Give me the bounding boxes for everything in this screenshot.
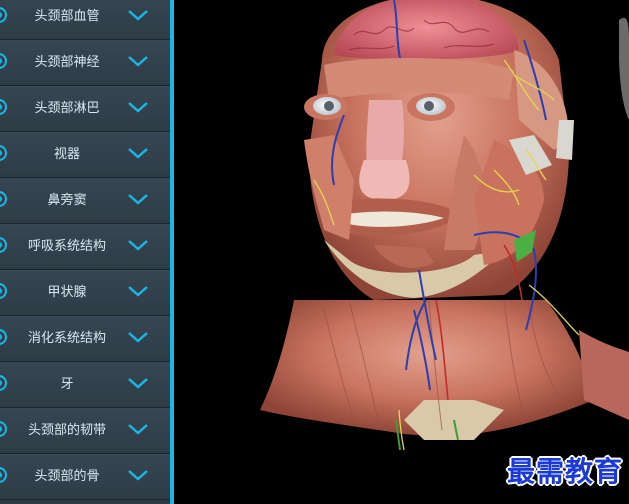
- chevron-down-icon[interactable]: [127, 330, 149, 344]
- sidebar-item-digestive[interactable]: 消化系统结构: [0, 316, 170, 362]
- chevron-down-icon[interactable]: [127, 422, 149, 436]
- brain: [334, 0, 519, 60]
- radio-indicator-icon: [0, 283, 7, 299]
- sidebar: 头颈部血管 头颈部神经 头颈部淋巴 视器 鼻旁窦 呼吸系统结构 甲状腺 消化系统…: [0, 0, 174, 504]
- sidebar-item-bones[interactable]: 头颈部的骨: [0, 454, 170, 500]
- radio-indicator-icon: [0, 7, 7, 23]
- chevron-down-icon[interactable]: [127, 146, 149, 160]
- radio-indicator-icon: [0, 375, 7, 391]
- watermark: 最需教育: [506, 455, 623, 488]
- sidebar-item-sinuses[interactable]: 鼻旁窦: [0, 178, 170, 224]
- sidebar-item-nerves[interactable]: 头颈部神经: [0, 40, 170, 86]
- sidebar-item-thyroid[interactable]: 甲状腺: [0, 270, 170, 316]
- ear-cartilage: [556, 120, 574, 160]
- sidebar-item-label: 头颈部的骨: [34, 469, 100, 484]
- sidebar-item-label: 视器: [53, 147, 80, 162]
- radio-indicator-icon: [0, 237, 7, 253]
- sidebar-item-visual-organ[interactable]: 视器: [0, 132, 170, 178]
- sidebar-item-label: 消化系统结构: [27, 331, 106, 346]
- radio-indicator-icon: [0, 467, 7, 483]
- sidebar-item-label: 牙: [60, 377, 74, 392]
- radio-indicator-icon: [0, 329, 7, 345]
- chevron-down-icon[interactable]: [127, 238, 149, 252]
- sidebar-item-label: 头颈部淋巴: [34, 101, 100, 116]
- chevron-down-icon[interactable]: [127, 100, 149, 114]
- sidebar-menu: 头颈部血管 头颈部神经 头颈部淋巴 视器 鼻旁窦 呼吸系统结构 甲状腺 消化系统…: [0, 0, 170, 500]
- sidebar-item-lymph[interactable]: 头颈部淋巴: [0, 86, 170, 132]
- chevron-down-icon[interactable]: [127, 8, 149, 22]
- secondary-model: [619, 17, 629, 121]
- radio-indicator-icon: [0, 421, 7, 437]
- chevron-down-icon[interactable]: [127, 376, 149, 390]
- chevron-down-icon[interactable]: [127, 192, 149, 206]
- sidebar-item-label: 呼吸系统结构: [27, 239, 106, 254]
- radio-indicator-icon: [0, 145, 7, 161]
- head-neck-anatomy-model[interactable]: [174, 0, 629, 504]
- chevron-down-icon[interactable]: [127, 54, 149, 68]
- sidebar-item-label: 鼻旁窦: [47, 193, 87, 208]
- sidebar-item-respiratory[interactable]: 呼吸系统结构: [0, 224, 170, 270]
- radio-indicator-icon: [0, 53, 7, 69]
- 3d-model-viewport[interactable]: 最需教育: [174, 0, 629, 504]
- chevron-down-icon[interactable]: [127, 284, 149, 298]
- sidebar-item-label: 甲状腺: [47, 285, 87, 300]
- chevron-down-icon[interactable]: [127, 468, 149, 482]
- sidebar-item-label: 头颈部血管: [34, 9, 100, 24]
- radio-indicator-icon: [0, 99, 7, 115]
- sidebar-item-vessels[interactable]: 头颈部血管: [0, 0, 170, 40]
- sidebar-item-label: 头颈部神经: [34, 55, 100, 70]
- sidebar-item-teeth[interactable]: 牙: [0, 362, 170, 408]
- radio-indicator-icon: [0, 191, 7, 207]
- sidebar-item-label: 头颈部的韧带: [27, 423, 106, 438]
- shoulder-muscle: [579, 330, 629, 420]
- sidebar-item-ligaments[interactable]: 头颈部的韧带: [0, 408, 170, 454]
